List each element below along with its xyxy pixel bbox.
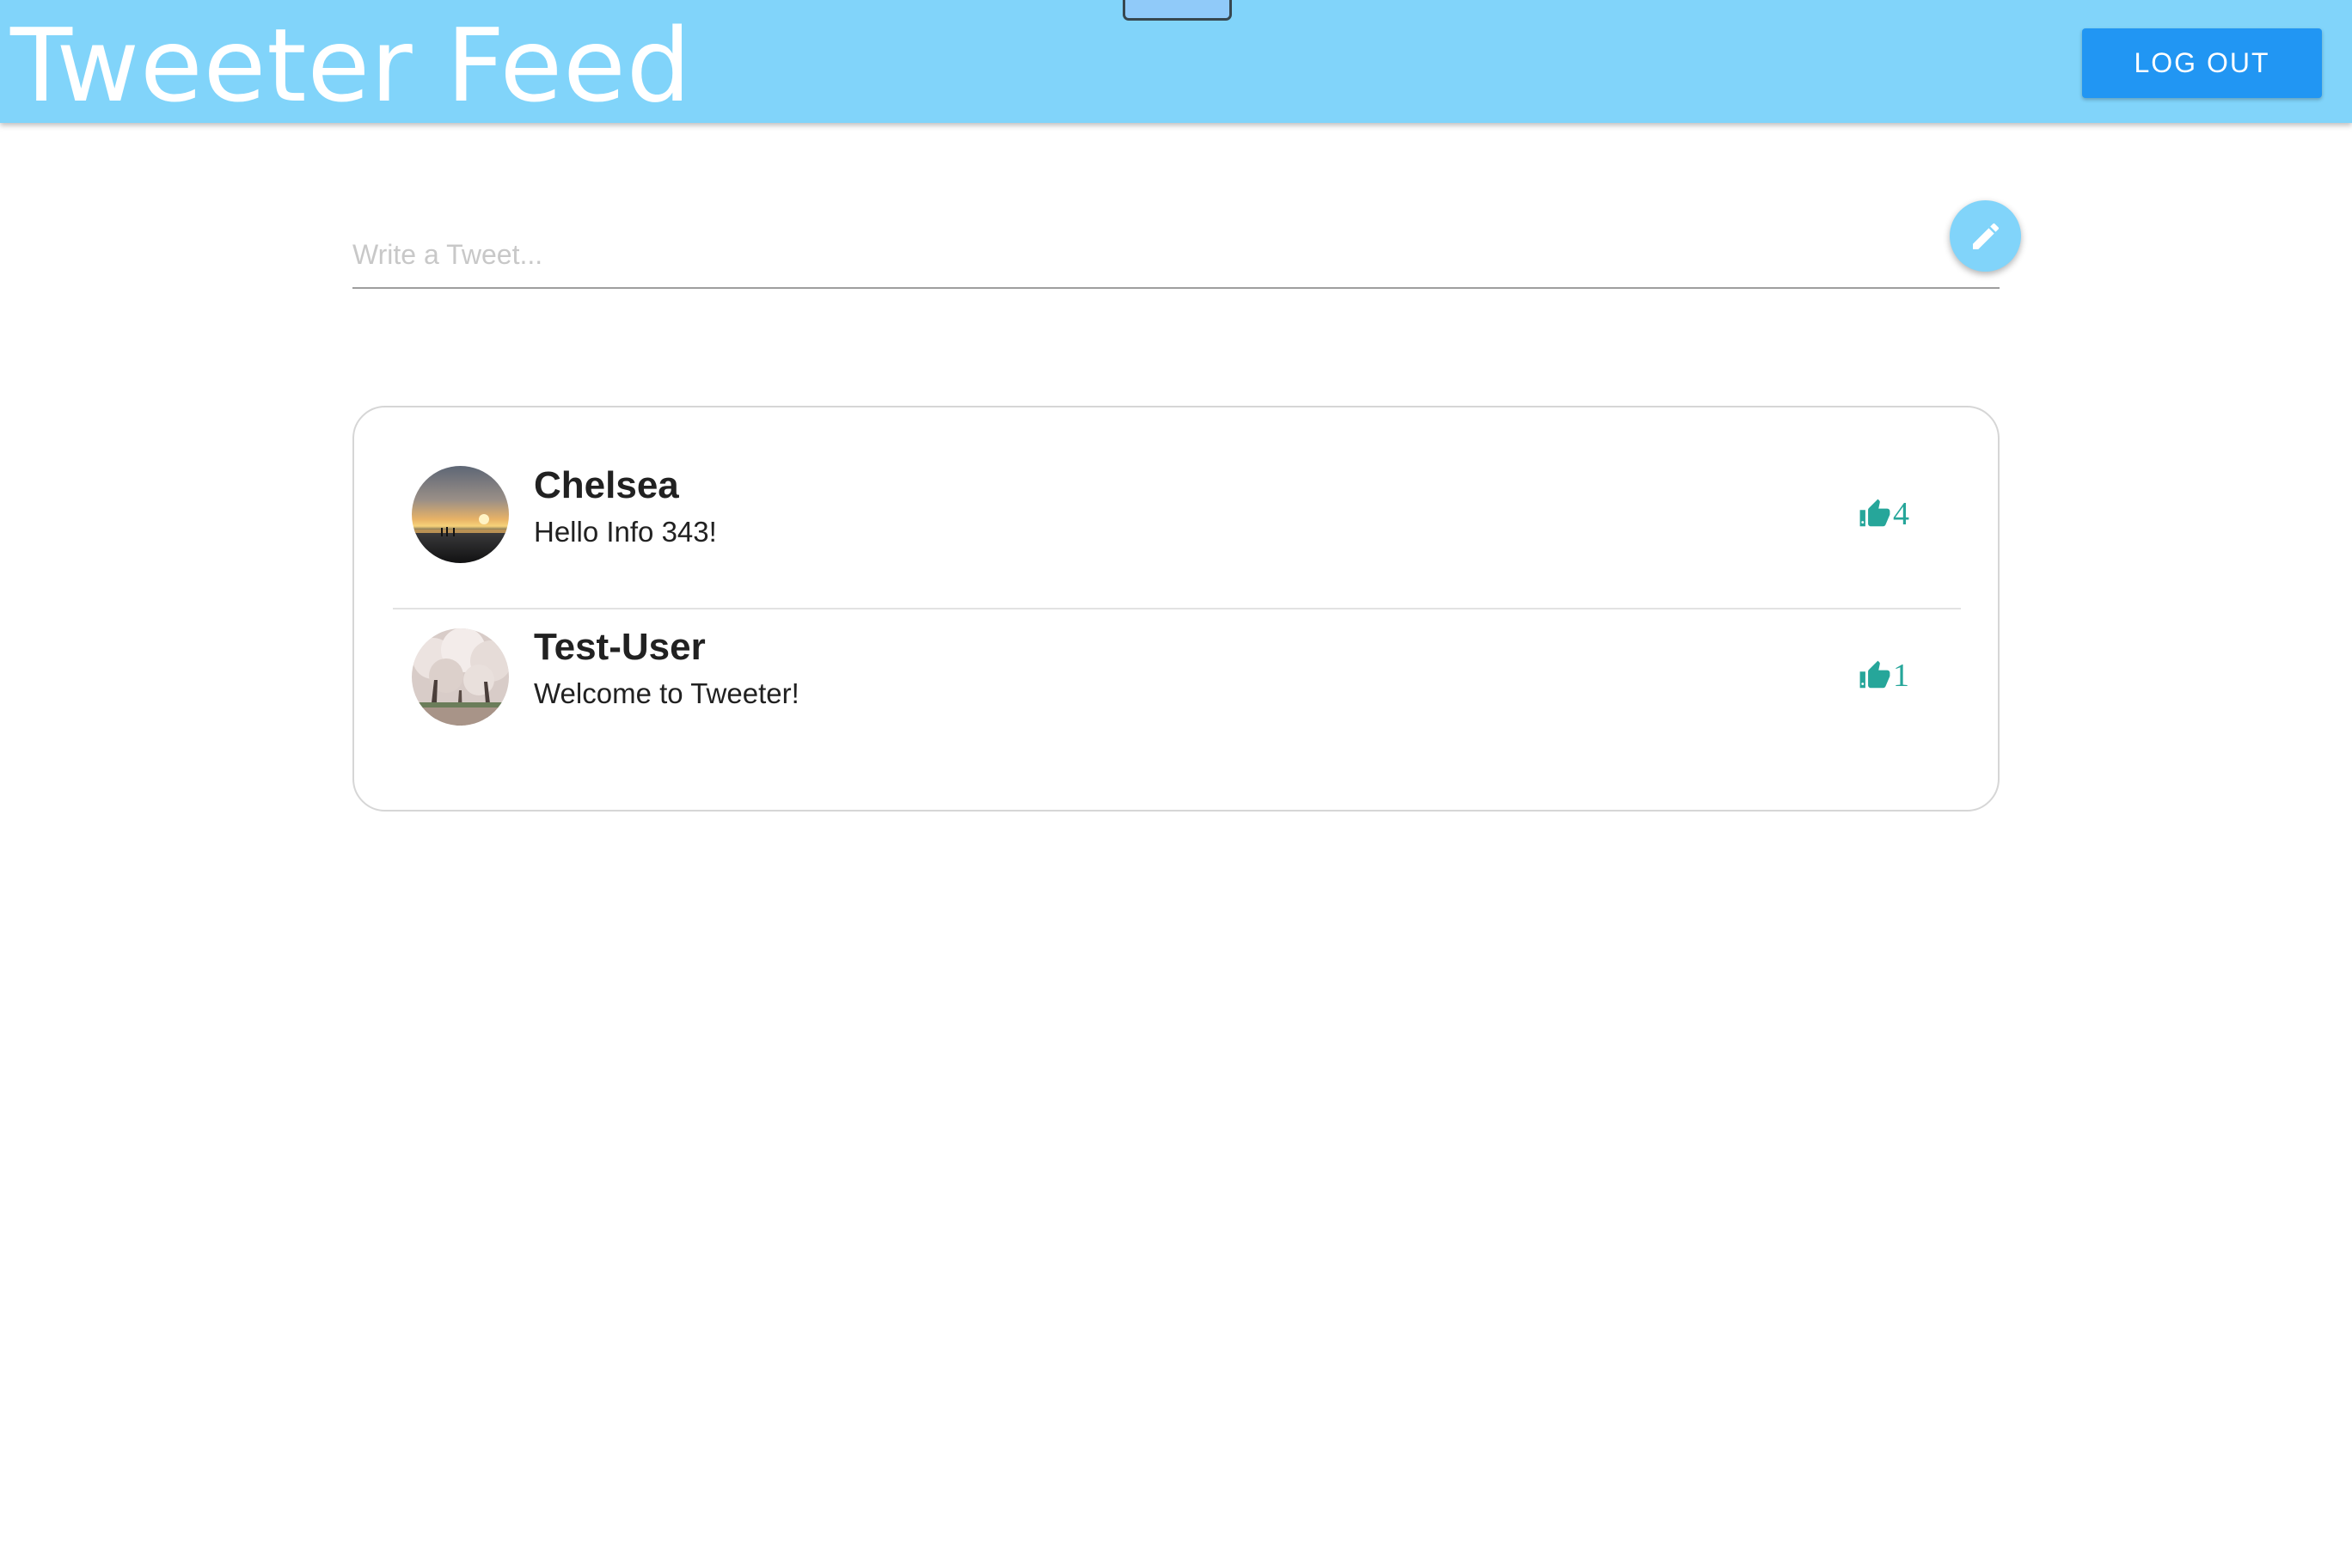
tweet-item: Chelsea Hello Info 343! 4 (393, 407, 1961, 569)
thumbs-up-icon (1859, 499, 1890, 527)
avatar (412, 466, 509, 563)
app-bar: Tweeter Feed LOG OUT (0, 0, 2352, 125)
tweet-author: Test-User (534, 626, 706, 668)
pencil-icon (1972, 223, 1999, 249)
thumbs-up-icon (1859, 660, 1890, 689)
cherry-blossom-photo (412, 628, 509, 726)
logout-button[interactable]: LOG OUT (2082, 28, 2322, 98)
tweet-message: Hello Info 343! (534, 516, 717, 548)
compose-area (352, 196, 2000, 289)
like-count: 1 (1893, 658, 1909, 694)
tweet-item: Test-User Welcome to Tweeter! 1 (393, 571, 1961, 732)
sunset-photo (412, 466, 509, 563)
like-button[interactable]: 4 (1859, 493, 1909, 535)
like-count: 4 (1893, 496, 1909, 532)
tweet-feed: Chelsea Hello Info 343! 4 Test-User Welc… (352, 406, 2000, 812)
tweet-message: Welcome to Tweeter! (534, 677, 799, 709)
like-button[interactable]: 1 (1859, 655, 1909, 696)
drag-handle[interactable] (1123, 0, 1232, 21)
tweet-input[interactable] (352, 196, 2000, 289)
compose-tweet-button[interactable] (1950, 200, 2021, 272)
avatar (412, 628, 509, 726)
page-title: Tweeter Feed (10, 6, 692, 125)
tweet-author: Chelsea (534, 464, 679, 506)
